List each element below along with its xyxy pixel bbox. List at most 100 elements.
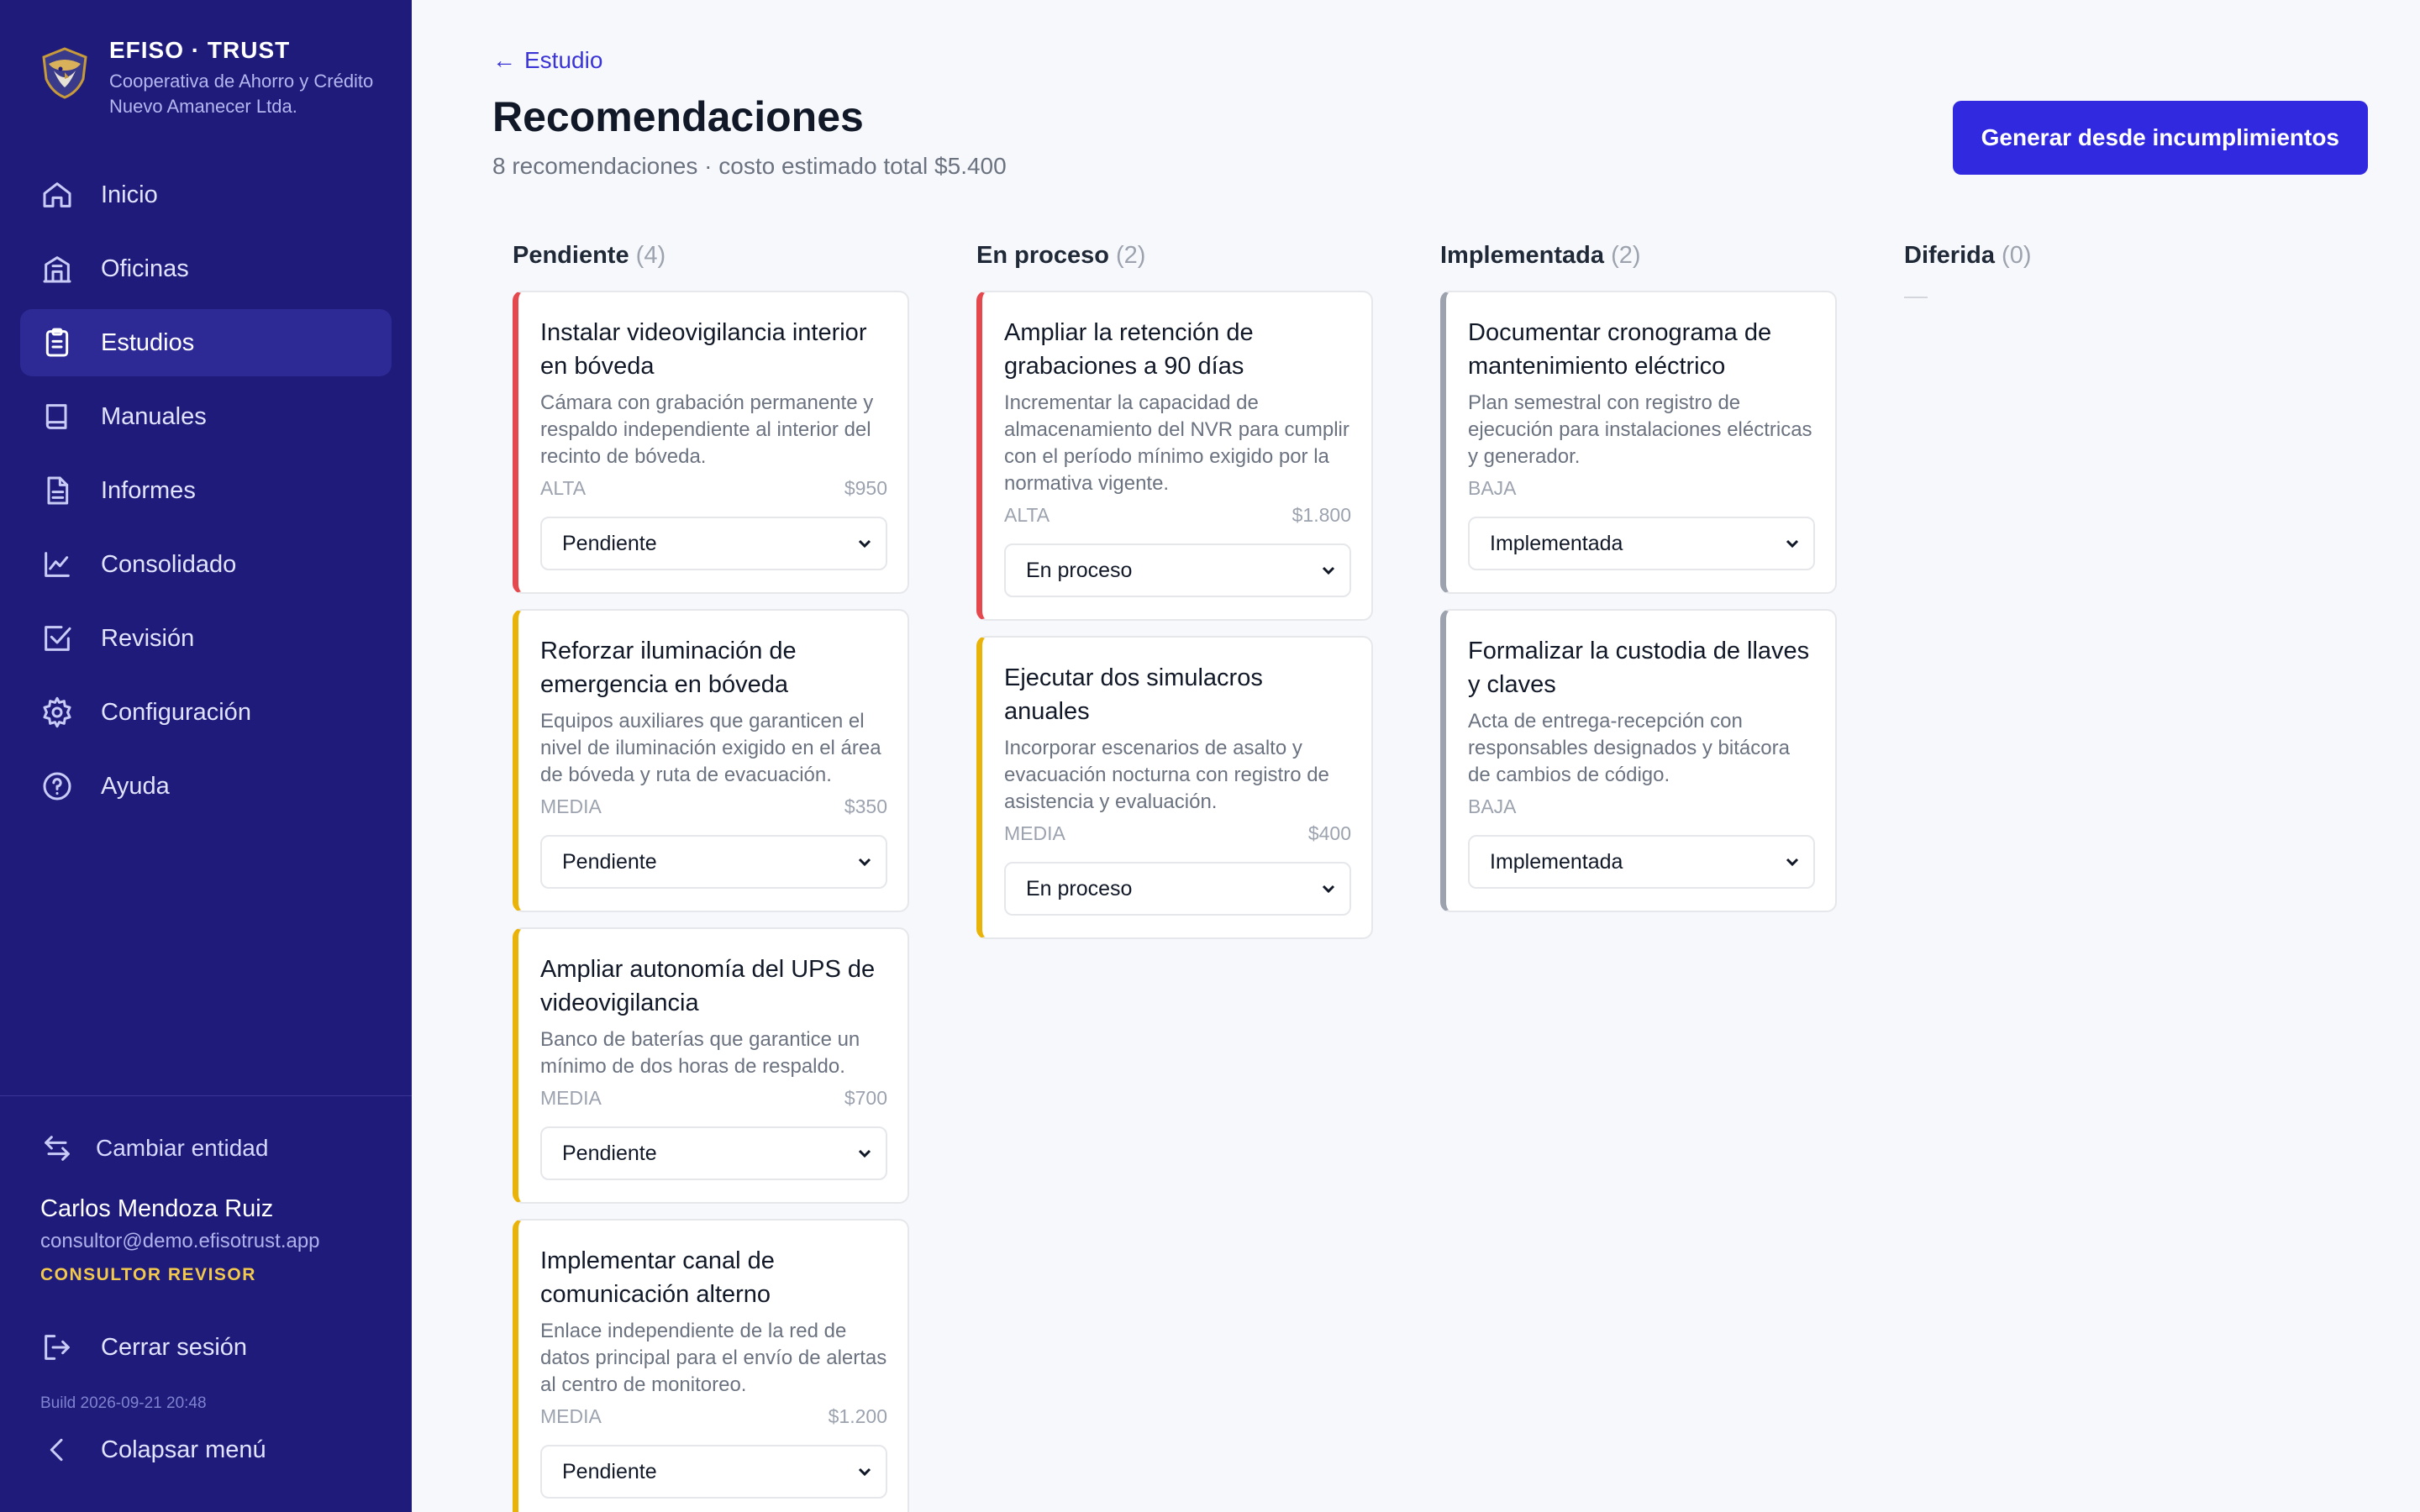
app-root: EFISO · TRUST Cooperativa de Ahorro y Cr… xyxy=(0,0,2420,1512)
sidebar-item-label: Manuales xyxy=(101,402,207,430)
switch-entity-button[interactable]: Cambiar entidad xyxy=(0,1120,412,1177)
sidebar: EFISO · TRUST Cooperativa de Ahorro y Cr… xyxy=(0,0,412,1512)
back-link[interactable]: ← Estudio xyxy=(492,47,602,74)
chevron-down-icon xyxy=(1319,561,1338,580)
column-pendiente: Pendiente (4) Instalar videovigilancia i… xyxy=(513,242,909,1512)
recommendation-card[interactable]: Ampliar la retención de grabaciones a 90… xyxy=(976,291,1373,621)
sidebar-item-revision[interactable]: Revisión xyxy=(20,605,392,672)
user-role: CONSULTOR REVISOR xyxy=(40,1265,256,1284)
building-icon xyxy=(40,252,74,286)
sidebar-item-label: Consolidado xyxy=(101,550,237,578)
status-select[interactable]: En proceso xyxy=(1004,862,1351,916)
column-name: Diferida xyxy=(1904,242,1995,269)
build-info: Build 2026-09-21 20:48 xyxy=(40,1394,207,1412)
card-meta: MEDIA $350 xyxy=(540,795,887,818)
status-select-value: En proceso xyxy=(1026,558,1133,582)
card-meta: MEDIA $1.200 xyxy=(540,1405,887,1428)
chevron-down-icon xyxy=(855,1462,874,1481)
chevron-down-icon xyxy=(855,853,874,871)
card-meta: ALTA $1.800 xyxy=(1004,504,1351,527)
column-count: (2) xyxy=(1611,242,1641,269)
card-title: Ampliar autonomía del UPS de videovigila… xyxy=(540,956,876,1016)
gear-icon xyxy=(40,696,74,729)
card-cost: $350 xyxy=(844,795,887,817)
card-title: Instalar videovigilancia interior en bóv… xyxy=(540,319,867,380)
card-priority: ALTA xyxy=(1004,504,1050,526)
generate-from-noncompliance-button[interactable]: Generar desde incumplimientos xyxy=(1952,101,2368,175)
eagle-logo-icon xyxy=(37,45,92,101)
card-priority: ALTA xyxy=(540,477,587,499)
card-meta: BAJA xyxy=(1468,795,1815,818)
recommendation-card[interactable]: Formalizar la custodia de llaves y clave… xyxy=(1440,609,1837,912)
status-select-value: En proceso xyxy=(1026,876,1133,900)
chevron-down-icon xyxy=(1783,853,1802,871)
sidebar-item-configuracion[interactable]: Configuración xyxy=(20,679,392,746)
column-header: Implementada (2) xyxy=(1440,242,1837,272)
status-select[interactable]: En proceso xyxy=(1004,543,1351,597)
status-select[interactable]: Pendiente xyxy=(540,517,887,570)
column-implementada: Implementada (2) Documentar cronograma d… xyxy=(1440,242,1837,1512)
document-icon xyxy=(40,474,74,507)
sidebar-item-inicio[interactable]: Inicio xyxy=(20,161,392,228)
status-select[interactable]: Implementada xyxy=(1468,517,1815,570)
column-name: Implementada xyxy=(1440,242,1604,269)
column-name: Pendiente xyxy=(513,242,629,269)
sidebar-item-estudios[interactable]: Estudios xyxy=(20,309,392,376)
logout-label: Cerrar sesión xyxy=(101,1333,248,1361)
arrow-left-icon: ← xyxy=(492,47,516,73)
sidebar-item-informes[interactable]: Informes xyxy=(20,457,392,524)
logout-icon xyxy=(40,1331,74,1364)
recommendation-card[interactable]: Documentar cronograma de mantenimiento e… xyxy=(1440,291,1837,594)
card-description: Incorporar escenarios de asalto y evacua… xyxy=(1004,737,1329,813)
card-title: Ampliar la retención de grabaciones a 90… xyxy=(1004,319,1254,380)
sidebar-item-ayuda[interactable]: Ayuda xyxy=(20,753,392,820)
card-description: Cámara con grabación permanente y respal… xyxy=(540,391,874,468)
sidebar-item-label: Configuración xyxy=(101,698,251,726)
column-en-proceso: En proceso (2) Ampliar la retención de g… xyxy=(976,242,1373,1512)
chevron-down-icon xyxy=(1319,879,1338,898)
status-select-value: Pendiente xyxy=(562,531,657,555)
sidebar-item-oficinas[interactable]: Oficinas xyxy=(20,235,392,302)
recommendation-card[interactable]: Ampliar autonomía del UPS de videovigila… xyxy=(513,927,909,1204)
status-select[interactable]: Pendiente xyxy=(540,835,887,889)
column-header: En proceso (2) xyxy=(976,242,1373,272)
card-title: Documentar cronograma de mantenimiento e… xyxy=(1468,319,1772,380)
sidebar-item-label: Ayuda xyxy=(101,772,170,800)
chevron-down-icon xyxy=(855,534,874,553)
sidebar-item-consolidado[interactable]: Consolidado xyxy=(20,531,392,598)
user-info: Carlos Mendoza Ruiz consultor@demo.efiso… xyxy=(0,1195,412,1285)
brand[interactable]: EFISO · TRUST Cooperativa de Ahorro y Cr… xyxy=(0,0,412,119)
recommendation-card[interactable]: Instalar videovigilancia interior en bóv… xyxy=(513,291,909,594)
card-priority: MEDIA xyxy=(1004,822,1065,844)
status-select[interactable]: Pendiente xyxy=(540,1445,887,1499)
status-select[interactable]: Pendiente xyxy=(540,1126,887,1180)
status-select-value: Pendiente xyxy=(562,849,657,874)
help-icon xyxy=(40,769,74,803)
status-select-value: Implementada xyxy=(1490,849,1623,874)
logout-button[interactable]: Cerrar sesión xyxy=(0,1319,412,1376)
chart-icon xyxy=(40,548,74,581)
card-cost: $950 xyxy=(844,477,887,499)
column-name: En proceso xyxy=(976,242,1109,269)
recommendation-card[interactable]: Reforzar iluminación de emergencia en bó… xyxy=(513,609,909,912)
card-priority: BAJA xyxy=(1468,477,1517,499)
swap-arrows-icon xyxy=(40,1131,74,1165)
chevron-down-icon xyxy=(855,1144,874,1163)
kanban-board: Pendiente (4) Instalar videovigilancia i… xyxy=(492,242,2368,1512)
back-link-label: Estudio xyxy=(524,47,603,73)
brand-subtitle: Cooperativa de Ahorro y Crédito Nuevo Am… xyxy=(109,71,374,117)
card-title: Formalizar la custodia de llaves y clave… xyxy=(1468,638,1810,698)
status-select[interactable]: Implementada xyxy=(1468,835,1815,889)
card-meta: MEDIA $400 xyxy=(1004,822,1351,845)
collapse-menu-button[interactable]: Colapsar menú xyxy=(0,1421,412,1478)
card-cost: $1.200 xyxy=(828,1405,887,1427)
sidebar-item-manuales[interactable]: Manuales xyxy=(20,383,392,450)
recommendation-card[interactable]: Implementar canal de comunicación altern… xyxy=(513,1219,909,1512)
status-select-value: Pendiente xyxy=(562,1459,657,1483)
card-description: Incrementar la capacidad de almacenamien… xyxy=(1004,391,1349,495)
clipboard-icon xyxy=(40,326,74,360)
column-count: (0) xyxy=(2002,242,2032,269)
recommendation-card[interactable]: Ejecutar dos simulacros anuales Incorpor… xyxy=(976,636,1373,939)
card-meta: BAJA xyxy=(1468,477,1815,500)
card-meta: MEDIA $700 xyxy=(540,1087,887,1110)
